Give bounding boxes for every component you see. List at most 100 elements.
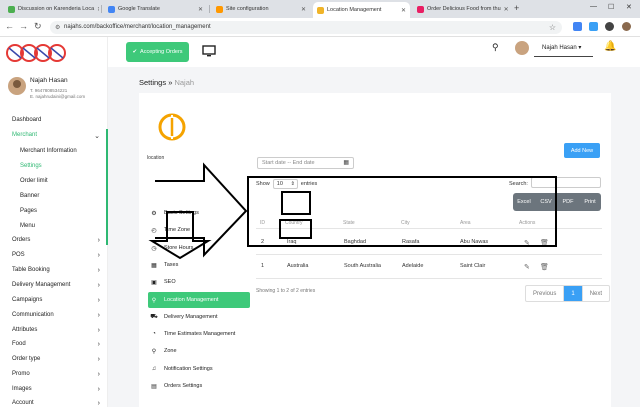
tab-separator bbox=[101, 5, 102, 13]
pagination-previous[interactable]: Previous bbox=[526, 286, 565, 301]
settings-item-store-hours[interactable]: ◷ Store Hours bbox=[150, 242, 250, 254]
table-search-input[interactable] bbox=[531, 177, 601, 188]
browser-tab[interactable]: Google Translate ✕ bbox=[104, 2, 207, 16]
bookmark-star-icon[interactable]: ☆ bbox=[549, 23, 556, 32]
maximize-icon[interactable]: ☐ bbox=[608, 3, 614, 11]
edit-icon[interactable]: ✎ bbox=[524, 239, 530, 247]
sidebar-item-promo[interactable]: Promo › bbox=[12, 371, 104, 378]
settings-item-time-zone[interactable]: ◴ Time Zone bbox=[150, 224, 250, 236]
sidebar-item-campaigns[interactable]: Campaigns › bbox=[12, 297, 104, 304]
chevron-right-icon: › bbox=[97, 327, 100, 334]
reload-icon[interactable]: ↻ bbox=[34, 21, 42, 32]
close-icon[interactable]: ✕ bbox=[198, 6, 203, 13]
url-bar[interactable]: ⚙ najahs.com/backoffice/merchant/locatio… bbox=[50, 21, 562, 34]
column-header-state[interactable]: State bbox=[343, 220, 355, 226]
bell-icon[interactable]: 🔔 bbox=[604, 41, 616, 52]
sidebar-item-account[interactable]: Account › bbox=[12, 400, 104, 407]
cell-id: 2 bbox=[261, 239, 265, 245]
accepting-orders-button[interactable]: ✔ Accepting Orders bbox=[126, 42, 189, 62]
tab-favicon-icon bbox=[317, 6, 324, 14]
avatar[interactable] bbox=[8, 77, 26, 95]
sidebar-item-order-limit[interactable]: Order limit bbox=[20, 178, 112, 184]
pagination-next[interactable]: Next bbox=[583, 286, 609, 301]
sidebar-item-images[interactable]: Images › bbox=[12, 386, 104, 393]
window-close-icon[interactable]: ✕ bbox=[626, 3, 632, 11]
translate-extension-icon[interactable] bbox=[573, 22, 582, 31]
browser-tab[interactable]: Order Delicious Food from thu ✕ bbox=[413, 2, 510, 16]
browser-tab[interactable]: Site configuration ✕ bbox=[212, 2, 310, 16]
sidebar-item-communication[interactable]: Communication › bbox=[12, 312, 104, 319]
new-tab-button[interactable]: + bbox=[514, 3, 519, 13]
close-icon[interactable]: ✕ bbox=[401, 7, 406, 14]
browser-tab[interactable]: Discussion on Karenderia Loca ✕ bbox=[4, 2, 99, 16]
settings-item-basic-settings[interactable]: ⚙ Basic Settings bbox=[150, 207, 250, 219]
pdf-button[interactable]: PDF bbox=[557, 193, 579, 211]
settings-item-delivery-management[interactable]: ⛟ Delivery Management bbox=[150, 311, 250, 323]
sidebar-item-order-type[interactable]: Order type › bbox=[12, 356, 104, 363]
profile-avatar-icon[interactable] bbox=[622, 22, 631, 31]
settings-item-orders-settings[interactable]: ▤ Orders Settings bbox=[150, 380, 250, 392]
search-icon[interactable]: ⚲ bbox=[492, 42, 499, 53]
sidebar-item-settings[interactable]: Settings bbox=[20, 163, 112, 169]
chevron-down-icon: ⌄ bbox=[94, 133, 100, 140]
settings-item-seo[interactable]: ▣ SEO bbox=[150, 276, 250, 288]
header-avatar[interactable] bbox=[515, 41, 529, 55]
sidebar-item-dashboard[interactable]: Dashboard bbox=[12, 117, 104, 123]
column-header-area[interactable]: Area bbox=[460, 220, 471, 226]
cell-state: Baghdad bbox=[344, 239, 367, 245]
column-header-id[interactable]: ID bbox=[260, 220, 265, 226]
close-icon[interactable]: ✕ bbox=[504, 6, 509, 13]
sidebar-item-food[interactable]: Food › bbox=[12, 341, 104, 348]
settings-item-zone[interactable]: ⚲ Zone bbox=[150, 345, 250, 357]
calendar-icon[interactable]: ▦ bbox=[343, 159, 349, 166]
minimize-icon[interactable]: — bbox=[590, 3, 597, 10]
sidebar-item-pages[interactable]: Pages bbox=[20, 208, 112, 214]
forward-icon[interactable]: → bbox=[19, 21, 28, 31]
sidebar-item-pos[interactable]: POS › bbox=[12, 252, 104, 259]
excel-button[interactable]: Excel bbox=[513, 193, 535, 211]
close-icon[interactable]: ✕ bbox=[301, 6, 306, 13]
close-icon[interactable]: ✕ bbox=[97, 6, 99, 13]
table-row: 1 Australia South Australia Adelaide Sai… bbox=[257, 263, 601, 275]
browser-tab-active[interactable]: Location Management ✕ bbox=[313, 2, 410, 18]
breadcrumb-settings[interactable]: Settings bbox=[139, 78, 166, 87]
monitor-icon[interactable] bbox=[202, 44, 216, 58]
extension-icon[interactable] bbox=[589, 22, 598, 31]
globe-clock-icon: ◴ bbox=[151, 227, 157, 234]
sidebar-item-orders[interactable]: Orders › bbox=[12, 237, 104, 244]
chevron-right-icon: › bbox=[97, 267, 100, 274]
delete-icon[interactable]: 🗑 bbox=[540, 239, 549, 247]
print-button[interactable]: Print bbox=[579, 193, 601, 211]
csv-button[interactable]: CSV bbox=[535, 193, 557, 211]
puzzle-extension-icon[interactable] bbox=[605, 22, 614, 31]
edit-icon[interactable]: ✎ bbox=[524, 263, 530, 271]
column-header-country[interactable]: Country bbox=[285, 220, 303, 226]
caret-down-icon: ▾ bbox=[578, 45, 582, 51]
orders-icon: ▤ bbox=[151, 383, 157, 390]
sidebar-item-merchant-information[interactable]: Merchant Information bbox=[20, 148, 112, 154]
sidebar-item-merchant[interactable]: Merchant ⌄ bbox=[12, 132, 104, 140]
brand-logo[interactable] bbox=[6, 42, 68, 64]
settings-item-notification-settings[interactable]: ♫ Notification Settings bbox=[150, 363, 250, 375]
page-length-select[interactable]: 10 bbox=[272, 179, 298, 189]
delete-icon[interactable]: 🗑 bbox=[540, 263, 549, 271]
header-user-menu[interactable]: Najah Hasan ▾ bbox=[542, 44, 581, 51]
chevron-right-icon: › bbox=[97, 312, 100, 319]
back-icon[interactable]: ← bbox=[5, 21, 14, 31]
sidebar-item-menu[interactable]: Menu bbox=[20, 223, 112, 229]
settings-item-taxes[interactable]: ▦ Taxes bbox=[150, 259, 250, 271]
breadcrumb: Settings » Najah bbox=[139, 78, 194, 87]
add-new-button[interactable]: Add New bbox=[564, 143, 600, 158]
pagination-page-1[interactable]: 1 bbox=[564, 286, 583, 301]
column-header-city[interactable]: City bbox=[401, 220, 410, 226]
date-range-input[interactable]: Start date -- End date ▦ bbox=[257, 157, 354, 169]
sidebar-item-delivery-management[interactable]: Delivery Management › bbox=[12, 282, 104, 289]
user-phone: T. 9647808534221 bbox=[30, 88, 68, 93]
sidebar-item-banner[interactable]: Banner bbox=[20, 193, 112, 199]
map-pin-icon: ⚲ bbox=[151, 297, 157, 304]
sidebar-item-attributes[interactable]: Attributes › bbox=[12, 327, 104, 334]
settings-item-time-estimates[interactable]: ◔ Time Estimates Management bbox=[150, 328, 250, 340]
site-info-icon[interactable]: ⚙ bbox=[55, 24, 60, 31]
settings-item-location-management[interactable]: ⚲ Location Management bbox=[148, 292, 250, 308]
sidebar-item-table-booking[interactable]: Table Booking › bbox=[12, 267, 104, 274]
